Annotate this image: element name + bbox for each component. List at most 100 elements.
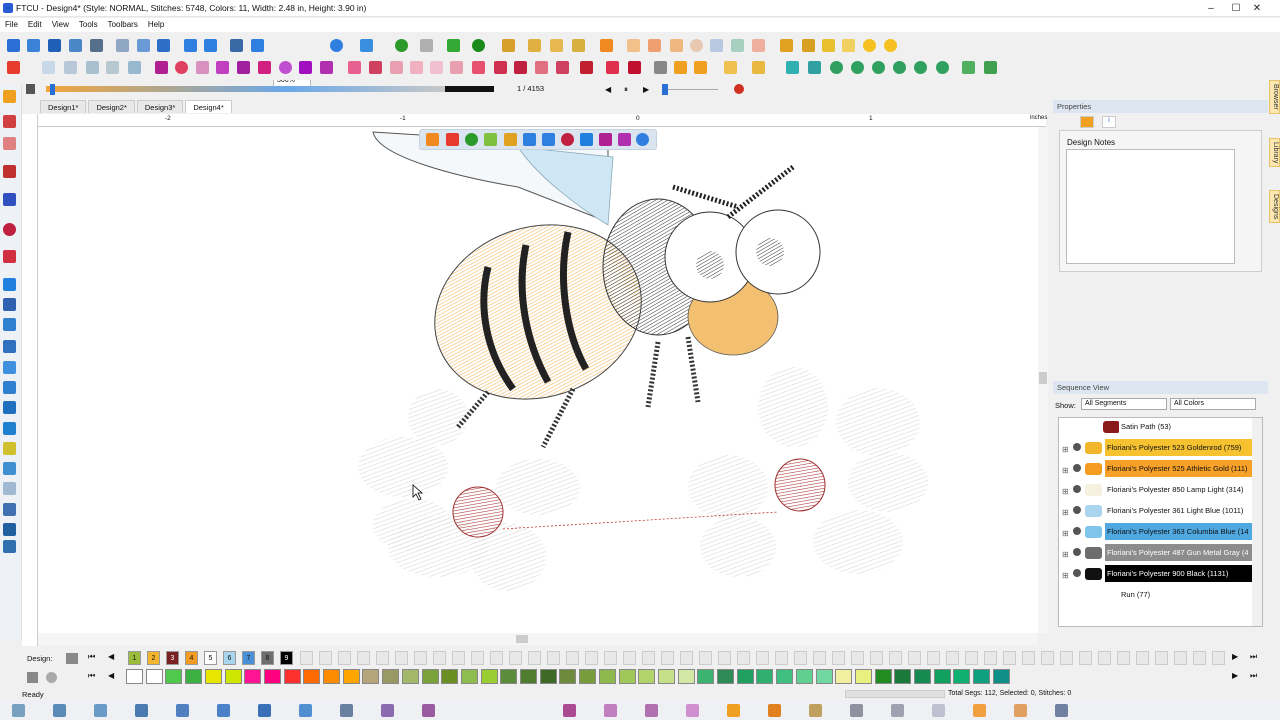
needle-icon[interactable]	[3, 298, 16, 311]
tool-18-icon[interactable]	[3, 482, 16, 495]
lock-open-icon[interactable]	[674, 61, 687, 74]
palette-swatch[interactable]	[598, 669, 616, 684]
stitch-type-icon[interactable]	[340, 704, 353, 717]
palette-swatch[interactable]	[480, 669, 498, 684]
visibility-eye-icon[interactable]	[1073, 506, 1081, 514]
empty-color-slot[interactable]	[908, 651, 921, 665]
close-button[interactable]: ✕	[1234, 0, 1280, 17]
palette-next-icon[interactable]: ▶	[1232, 671, 1238, 680]
design-color-chip[interactable]: 4	[185, 651, 198, 665]
palette-swatch[interactable]	[559, 669, 577, 684]
frame-tool-icon[interactable]	[3, 401, 16, 414]
pen-icon[interactable]	[484, 133, 497, 146]
expand-icon[interactable]: ⊞	[1062, 445, 1069, 454]
vertical-scrollbar[interactable]	[1038, 127, 1048, 633]
mirror-icon[interactable]	[752, 61, 765, 74]
stitch-edit-icon[interactable]	[3, 193, 16, 206]
palette-swatch[interactable]	[283, 669, 301, 684]
sequence-row[interactable]: ⊞ Floriani's Polyester 850 Lamp Light (31…	[1059, 481, 1253, 501]
undo-icon[interactable]	[523, 133, 536, 146]
tab-design3[interactable]: Design3*	[136, 100, 184, 113]
flip2-icon[interactable]	[808, 61, 821, 74]
color-icon[interactable]	[600, 39, 613, 52]
fill-icon[interactable]	[502, 39, 515, 52]
menu-help[interactable]: Help	[143, 18, 169, 32]
palette-swatch[interactable]	[992, 669, 1010, 684]
draw-icon[interactable]	[447, 39, 460, 52]
stitch-type-icon[interactable]	[891, 704, 904, 717]
palette-swatch[interactable]	[579, 669, 597, 684]
empty-color-slot[interactable]	[832, 651, 845, 665]
empty-color-slot[interactable]	[338, 651, 351, 665]
design-color-chip[interactable]: 2	[147, 651, 160, 665]
globe-icon[interactable]	[472, 39, 485, 52]
visibility-eye-icon[interactable]	[1073, 527, 1081, 535]
effect2-icon[interactable]	[648, 39, 661, 52]
copy-icon[interactable]	[137, 39, 150, 52]
prev-stitch-icon[interactable]: ◀	[605, 85, 611, 94]
sequence-row[interactable]: Run (77)	[1059, 586, 1253, 606]
empty-color-slot[interactable]	[813, 651, 826, 665]
stitch-type-icon[interactable]	[809, 704, 822, 717]
palette-swatch[interactable]	[657, 669, 675, 684]
empty-color-slot[interactable]	[946, 651, 959, 665]
tab-design4[interactable]: Design4*	[185, 100, 232, 113]
group-icon[interactable]	[962, 61, 975, 74]
library-tab[interactable]: Library	[1269, 138, 1280, 168]
frame7-icon[interactable]	[472, 61, 485, 74]
settings-icon[interactable]	[251, 39, 264, 52]
sun-icon[interactable]	[863, 39, 876, 52]
progress-handle[interactable]	[50, 84, 55, 95]
pattern-icon[interactable]	[606, 61, 619, 74]
empty-color-slot[interactable]	[1079, 651, 1092, 665]
palette-swatch[interactable]	[618, 669, 636, 684]
rewind-icon[interactable]	[26, 84, 35, 94]
empty-color-slot[interactable]	[490, 651, 503, 665]
star-icon[interactable]	[842, 39, 855, 52]
segments-select[interactable]: All Segments	[1081, 398, 1167, 410]
empty-color-slot[interactable]	[1060, 651, 1073, 665]
palette-grid-icon[interactable]	[27, 672, 38, 683]
sequence-row[interactable]: ⊞ Floriani's Polyester 363 Columbia Blue …	[1059, 523, 1253, 543]
stitch-type-icon[interactable]	[299, 704, 312, 717]
pen-icon[interactable]	[420, 39, 433, 52]
palette-swatch[interactable]	[224, 669, 242, 684]
vertical-scroll-thumb[interactable]	[1039, 372, 1047, 384]
visibility-eye-icon[interactable]	[1073, 485, 1081, 493]
rotate4-icon[interactable]	[893, 61, 906, 74]
layer-tool-icon[interactable]	[3, 422, 16, 435]
horizontal-scrollbar[interactable]	[38, 633, 1038, 645]
save-icon[interactable]	[48, 39, 61, 52]
palette-swatch[interactable]	[717, 669, 734, 684]
palette-prev-icon[interactable]: ◀	[108, 671, 114, 680]
frame9-icon[interactable]	[514, 61, 527, 74]
stitch-type-icon[interactable]	[850, 704, 863, 717]
empty-color-slot[interactable]	[1193, 651, 1206, 665]
undo-icon[interactable]	[184, 39, 197, 52]
effect5-icon[interactable]	[710, 39, 723, 52]
stitch-type-icon[interactable]	[932, 704, 945, 717]
palette-swatch[interactable]	[677, 669, 695, 684]
settings-icon[interactable]	[636, 133, 649, 146]
select-arrow-icon[interactable]	[3, 90, 16, 103]
design-color-chip[interactable]: 3	[166, 651, 179, 665]
stitch-type-icon[interactable]	[217, 704, 230, 717]
browser-tab[interactable]: Browser	[1269, 80, 1280, 114]
wand3-icon[interactable]	[822, 39, 835, 52]
sequence-row[interactable]: ⊞ Floriani's Polyester 361 Light Blue (10…	[1059, 502, 1253, 522]
table-tool-icon[interactable]	[3, 381, 16, 394]
rotate-icon[interactable]	[106, 61, 119, 74]
palette-swatch[interactable]	[953, 669, 971, 684]
cut-icon[interactable]	[116, 39, 129, 52]
empty-color-slot[interactable]	[851, 651, 864, 665]
palette-swatch[interactable]	[382, 669, 400, 684]
expand-icon[interactable]: ⊞	[1062, 550, 1069, 559]
stop-icon[interactable]	[734, 84, 744, 94]
design-notes-field[interactable]	[1066, 149, 1235, 264]
palette-swatch[interactable]	[460, 669, 478, 684]
sparkle2-icon[interactable]	[216, 61, 229, 74]
tie-tool-icon[interactable]	[3, 462, 16, 475]
stitch-type-icon[interactable]	[1014, 704, 1027, 717]
empty-color-slot[interactable]	[889, 651, 902, 665]
empty-color-slot[interactable]	[1136, 651, 1149, 665]
